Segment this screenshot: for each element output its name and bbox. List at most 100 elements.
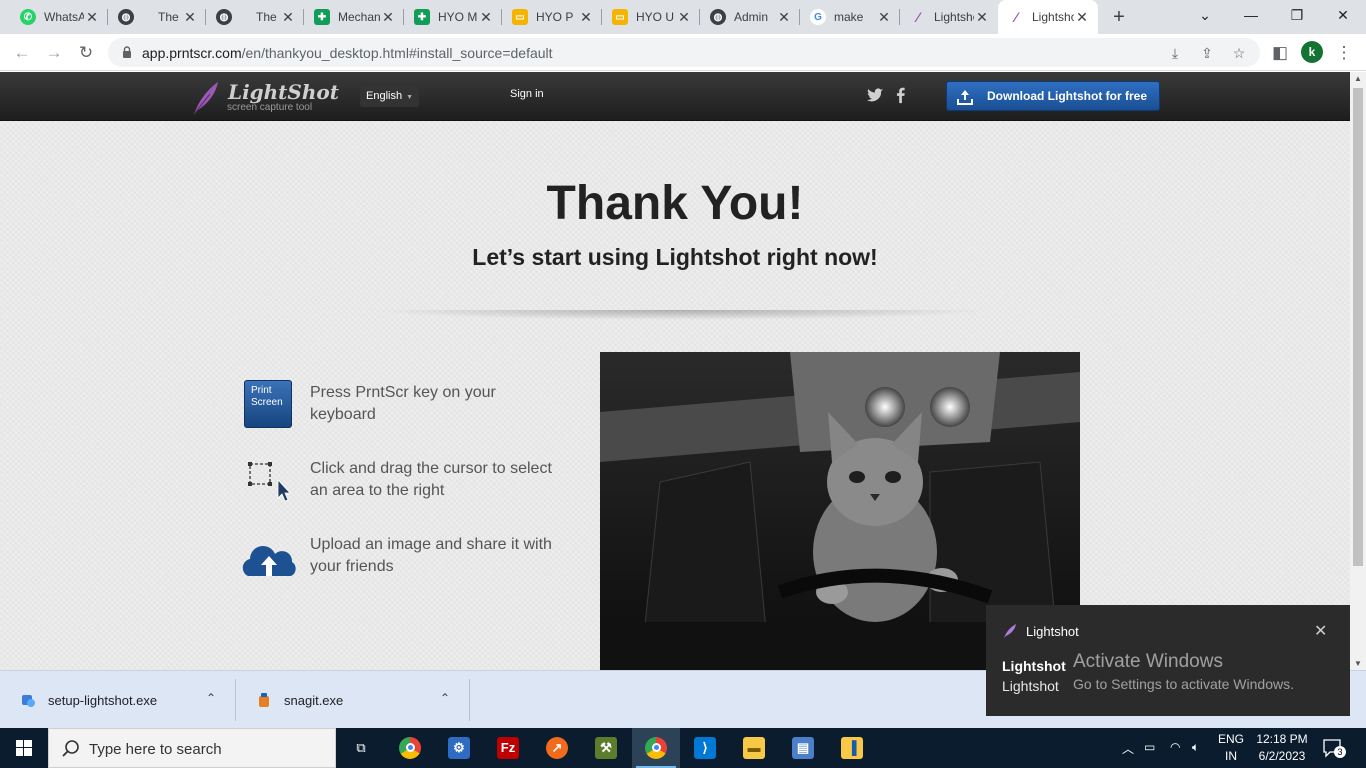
tab-lightshot-1[interactable]: ⁄ Lightshot ✕ [900,0,998,34]
download-item-snagit[interactable]: snagit.exe ⌃ [236,671,470,729]
taskbar-chrome-profile[interactable] [632,728,680,768]
tab-the-1[interactable]: ◍ The ✕ [108,0,206,34]
bookmark-star-icon[interactable]: ☆ [1230,44,1248,62]
wifi-icon[interactable]: ◠ [1170,740,1180,754]
install-app-icon[interactable]: ⤓ [1166,44,1184,62]
close-tab-icon[interactable]: ✕ [974,9,990,25]
tab-admin[interactable]: ◍ Admin ✕ [700,0,800,34]
download-button-label: Download Lightshot for free [987,89,1147,103]
chrome-icon [399,737,421,759]
filezilla-icon: Fz [497,737,519,759]
toast-body: Lightshot [1002,678,1059,694]
page-title: Thank You! [546,177,804,230]
url-host: app.prntscr.com [142,45,242,61]
close-tab-icon[interactable]: ✕ [280,9,296,25]
restore-button[interactable]: ❐ [1274,0,1320,30]
toast-title: Lightshot [1002,658,1066,674]
taskbar-tools-app[interactable]: ⚒ [582,728,630,768]
profile-avatar[interactable]: k [1301,41,1323,63]
taskbar-yellow-app[interactable]: ▐ [828,728,876,768]
tab-title: The [158,10,179,24]
notification-count-badge: 3 [1334,746,1346,758]
lightshot-logo[interactable]: LightShot screen capture tool [190,78,339,116]
windows-start-icon[interactable] [0,728,48,768]
tab-title: Mechanical [338,10,380,24]
globe-icon: ◍ [216,9,232,25]
taskbar-filezilla[interactable]: Fz [484,728,532,768]
snagit-file-icon [259,693,269,707]
google-slides-icon: ▭ [512,9,528,25]
scrollbar-thumb[interactable] [1353,88,1363,566]
step-text: Press PrntScr key on your keyboard [310,384,496,423]
download-lightshot-button[interactable]: Download Lightshot for free [946,81,1160,111]
scroll-up-icon[interactable]: ▲ [1350,74,1366,83]
close-tab-icon[interactable]: ✕ [676,9,692,25]
taskbar-settings-app[interactable]: ▤ [779,728,827,768]
tab-make[interactable]: G make ✕ [800,0,900,34]
language-dropdown[interactable]: English ▼ [360,85,420,107]
close-tab-icon[interactable]: ✕ [776,9,792,25]
chrome-profile-icon [645,737,667,759]
address-bar[interactable]: app.prntscr.com/en/thankyou_desktop.html… [108,38,1260,67]
taskbar-orange-app[interactable]: ↗ [533,728,581,768]
taskbar-chrome[interactable] [386,728,434,768]
minimize-button[interactable]: — [1228,0,1274,30]
battery-icon[interactable]: ▭ [1144,740,1155,754]
download-filename: snagit.exe [284,693,344,708]
close-tab-icon[interactable]: ✕ [1074,9,1090,25]
page-viewport: LightShot screen capture tool English ▼ S… [0,72,1350,670]
tab-title: HYO M [438,10,478,24]
forward-button[interactable]: → [40,39,68,67]
document-folder-icon: ▐ [841,737,863,759]
twitter-icon[interactable] [866,85,884,105]
close-toast-icon[interactable]: ✕ [1314,621,1327,641]
taskbar-clock[interactable]: 12:18 PM 6/2/2023 [1250,731,1314,765]
tab-mechanical[interactable]: ✚ Mechanical ✕ [304,0,404,34]
step-text: Upload an image and share it with your f… [310,536,552,575]
menu-kebab-icon[interactable]: ⋮ [1330,39,1358,67]
browser-tab-strip: ✆ WhatsApp ✕ ◍ The ✕ ◍ The ✕ ✚ Mechanica… [0,0,1366,34]
activate-windows-watermark: Activate Windows Go to Settings to activ… [1073,651,1294,695]
tab-hyo-p[interactable]: ▭ HYO P ✕ [502,0,602,34]
close-tab-icon[interactable]: ✕ [478,9,494,25]
google-icon: G [810,9,826,25]
close-tab-icon[interactable]: ✕ [876,9,892,25]
tab-whatsapp[interactable]: ✆ WhatsApp ✕ [10,0,108,34]
reload-button[interactable]: ↻ [72,39,100,67]
side-panel-icon[interactable]: ◧ [1266,39,1294,67]
taskbar-file-explorer[interactable]: ▬ [730,728,778,768]
postman-icon: ↗ [546,737,568,759]
chevron-up-icon[interactable]: ⌃ [206,691,216,705]
scroll-down-icon[interactable]: ▼ [1350,659,1366,668]
print-screen-key-icon: Print Screen [240,380,298,432]
back-button[interactable]: ← [8,39,36,67]
signin-link[interactable]: Sign in [510,88,544,100]
download-cloud-icon [957,90,973,105]
tab-title: WhatsApp [44,10,84,24]
close-window-button[interactable]: ✕ [1320,0,1366,30]
task-view-button[interactable]: ⧉ [337,728,385,768]
chevron-up-icon[interactable]: ⌃ [440,691,450,705]
close-tab-icon[interactable]: ✕ [84,9,100,25]
taskbar-network-app[interactable]: ⚙ [435,728,483,768]
tab-search-chevron-icon[interactable]: ⌄ [1182,0,1228,30]
new-tab-button[interactable]: + [1108,6,1130,28]
show-hidden-icons-icon[interactable]: ︿ [1122,740,1134,757]
tab-the-2[interactable]: ◍ The ✕ [206,0,304,34]
close-tab-icon[interactable]: ✕ [182,9,198,25]
close-tab-icon[interactable]: ✕ [578,9,594,25]
volume-icon[interactable]: 🔈︎ [1192,740,1199,755]
tab-lightshot-active[interactable]: ⁄ Lightshot ✕ [998,0,1098,34]
share-icon[interactable]: ⇪ [1198,44,1216,62]
facebook-icon[interactable] [892,85,910,105]
watermark-title: Activate Windows [1073,651,1223,672]
page-scrollbar[interactable]: ▲ ▼ [1350,72,1366,670]
tab-hyo-m[interactable]: ✚ HYO M ✕ [404,0,502,34]
taskbar-search-box[interactable]: Type here to search [48,728,336,768]
download-item-setup-lightshot[interactable]: setup-lightshot.exe ⌃ [0,671,236,729]
tab-hyo-u[interactable]: ▭ HYO U ✕ [602,0,700,34]
taskbar-vscode[interactable]: ⟩ [681,728,729,768]
close-tab-icon[interactable]: ✕ [380,9,396,25]
input-language-indicator[interactable]: ENG IN [1214,731,1248,765]
action-center-button[interactable]: 3 [1322,738,1346,758]
